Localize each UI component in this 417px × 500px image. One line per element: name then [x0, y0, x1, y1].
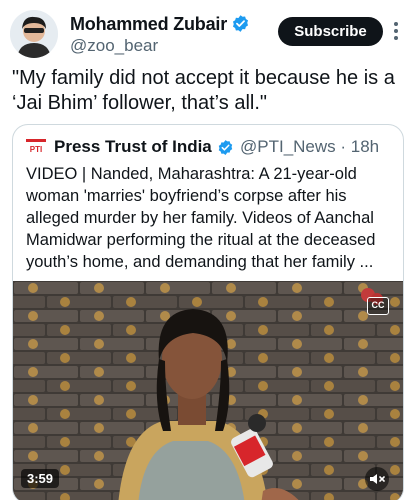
author-name-row[interactable]: Mohammed Zubair: [70, 14, 250, 35]
avatar-image: [10, 10, 58, 58]
video-frame: [13, 281, 403, 500]
author-name[interactable]: Mohammed Zubair: [70, 14, 227, 34]
more-vertical-icon[interactable]: [393, 22, 399, 42]
quote-author-name[interactable]: Press Trust of India: [54, 137, 212, 157]
tweet-text: "My family did not accept it because he …: [12, 67, 395, 114]
quote-text: VIDEO | Nanded, Maharashtra: A 21-year-o…: [26, 165, 376, 271]
closed-captions-button[interactable]: CC: [367, 297, 389, 315]
video-player[interactable]: CC 3:59: [13, 281, 403, 500]
quoted-tweet[interactable]: PTI Press Trust of India @PTI_News · 18h…: [12, 124, 404, 500]
pti-logo: PTI: [26, 139, 46, 157]
video-duration: 3:59: [21, 469, 60, 488]
speaker-muted-icon[interactable]: [365, 467, 389, 491]
author-handle[interactable]: @zoo_bear: [70, 36, 158, 56]
verified-badge-icon: [232, 15, 249, 32]
quote-handle-time[interactable]: @PTI_News · 18h: [240, 137, 379, 157]
pti-logo-text: PTI: [30, 145, 42, 154]
avatar[interactable]: [10, 10, 58, 58]
verified-badge-icon: [218, 140, 233, 155]
subscribe-button[interactable]: Subscribe: [278, 17, 383, 46]
